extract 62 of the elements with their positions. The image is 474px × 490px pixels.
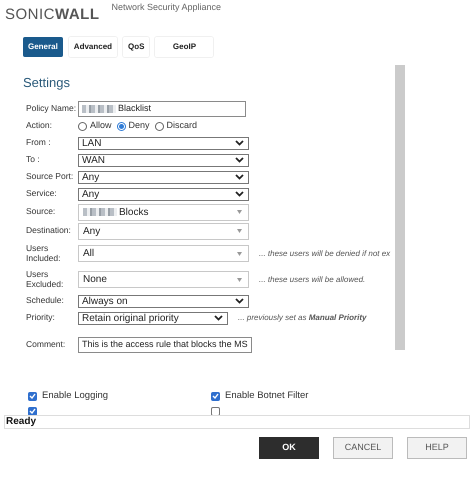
radio-button[interactable] <box>154 122 164 130</box>
hint-text: ... these users will be denied if not ex <box>259 248 390 260</box>
dropdown[interactable]: Any <box>78 188 249 200</box>
multi-select-field[interactable]: Any <box>78 222 249 240</box>
caret-icon <box>237 229 242 233</box>
caret-icon <box>237 278 242 282</box>
app-subtitle: Network Security Appliance <box>112 0 222 14</box>
chevron-down-icon <box>214 315 223 321</box>
dropdown[interactable]: Retain original priority <box>78 312 228 324</box>
multi-select-field[interactable]: Blocks <box>78 204 249 220</box>
field-label: Destination: <box>25 226 72 236</box>
field-label: Schedule: <box>25 296 65 306</box>
caret-icon <box>237 210 242 214</box>
field-label: Users Included: <box>25 244 62 264</box>
checkbox-label: Enable Botnet Filter <box>225 389 308 403</box>
scrollbar[interactable] <box>395 65 405 350</box>
field-label: Source: <box>25 207 56 217</box>
tab[interactable]: QoS <box>123 37 150 57</box>
chevron-down-icon <box>235 174 244 180</box>
radio-label: Discard <box>166 119 198 132</box>
field-label: Policy Name: <box>25 104 78 114</box>
field-label: Users Excluded: <box>25 270 64 290</box>
dialog-button[interactable]: CANCEL <box>333 437 393 459</box>
hint-text: ... these users will be allowed. <box>259 274 366 286</box>
multi-select-field[interactable]: All <box>78 245 249 262</box>
status-bar: Ready <box>4 415 470 429</box>
checkbox-label: Enable Logging <box>42 389 108 403</box>
radio-button[interactable] <box>116 122 126 130</box>
logo: SONICWALL <box>5 7 100 22</box>
field-label: Service: <box>25 189 58 199</box>
tab[interactable]: General <box>23 37 63 57</box>
chevron-down-icon <box>235 191 244 197</box>
radio-label: Allow <box>90 119 112 132</box>
radio-label: Deny <box>128 119 150 132</box>
checkbox[interactable] <box>211 392 220 400</box>
dropdown[interactable]: Any <box>78 170 249 184</box>
tab[interactable]: GeoIP <box>155 37 214 57</box>
chevron-down-icon <box>235 298 244 304</box>
caret-icon <box>237 252 242 256</box>
multi-select-field[interactable]: None <box>78 271 249 288</box>
checkbox[interactable] <box>28 406 37 415</box>
checkbox[interactable] <box>28 392 37 400</box>
field-label: Priority: <box>25 313 56 323</box>
dropdown[interactable]: Always on <box>78 294 249 308</box>
checkbox[interactable] <box>211 406 220 415</box>
field-label: From : <box>25 138 52 148</box>
field-label: Action: <box>25 121 53 131</box>
text-field[interactable]: This is the access rule that blocks the MS <box>78 336 252 352</box>
field-label: Comment: <box>25 340 66 350</box>
chevron-down-icon <box>235 157 244 163</box>
dialog-button[interactable]: HELP <box>407 437 467 459</box>
tab[interactable]: Advanced <box>68 37 118 57</box>
dropdown[interactable]: WAN <box>78 154 249 166</box>
text-field[interactable]: Blacklist <box>78 100 246 116</box>
field-label: Source Port: <box>25 172 74 182</box>
section-title: Settings <box>23 74 71 92</box>
dropdown[interactable]: LAN <box>78 136 249 150</box>
radio-button[interactable] <box>78 122 87 130</box>
hint-text: ... previously set as Manual Priority <box>238 312 366 324</box>
dialog-button[interactable]: OK <box>259 437 319 459</box>
chevron-down-icon <box>235 140 244 146</box>
field-label: To : <box>25 155 41 165</box>
